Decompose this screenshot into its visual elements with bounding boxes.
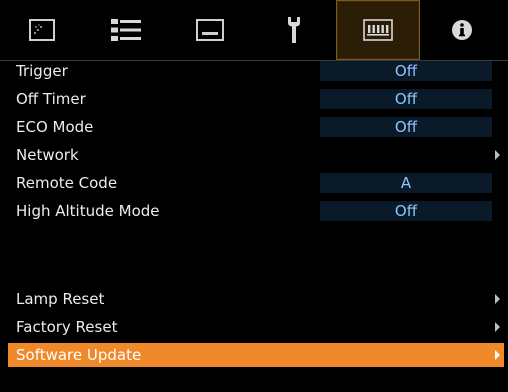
menu-item-remote-code[interactable]: Remote Code A [8, 171, 504, 195]
tab-picture[interactable] [0, 0, 84, 60]
tab-screen[interactable] [168, 0, 252, 60]
chevron-right-icon [495, 322, 500, 332]
tab-settings-list[interactable] [84, 0, 168, 60]
tab-bar [0, 0, 508, 60]
menu-item-high-altitude-mode[interactable]: High Altitude Mode Off [8, 199, 504, 223]
info-icon [451, 19, 473, 41]
menu-item-label: Factory Reset [16, 318, 118, 336]
menu-item-lamp-reset[interactable]: Lamp Reset [8, 287, 504, 311]
chevron-right-icon [495, 350, 500, 360]
menu-item-software-update[interactable]: Software Update [8, 343, 504, 367]
menu-item-label: High Altitude Mode [16, 202, 160, 220]
menu-item-label: Remote Code [16, 174, 118, 192]
chevron-right-icon [495, 294, 500, 304]
menu-item-value[interactable]: Off [320, 89, 492, 109]
screen-icon [196, 19, 224, 41]
chevron-right-icon [495, 150, 500, 160]
menu-item-value[interactable]: Off [320, 117, 492, 137]
menu-item-network[interactable]: Network [8, 143, 504, 167]
tab-projector-panel[interactable] [336, 0, 420, 60]
projector-panel-icon [363, 19, 393, 41]
wrench-icon [286, 16, 302, 44]
menu-item-value[interactable]: A [320, 173, 492, 193]
menu-item-eco-mode[interactable]: ECO Mode Off [8, 115, 504, 139]
menu-item-label: Off Timer [16, 90, 86, 108]
tab-setup[interactable] [252, 0, 336, 60]
menu-item-off-timer[interactable]: Off Timer Off [8, 87, 504, 111]
menu-item-label: Trigger [16, 62, 68, 80]
menu-item-factory-reset[interactable]: Factory Reset [8, 315, 504, 339]
picture-icon [29, 19, 55, 41]
menu-item-label: ECO Mode [16, 118, 94, 136]
menu-item-value[interactable]: Off [320, 201, 492, 221]
tab-info[interactable] [420, 0, 504, 60]
settings-list-icon [110, 18, 142, 42]
menu-item-trigger[interactable]: Trigger Off [8, 59, 504, 83]
menu-item-label: Network [16, 146, 79, 164]
menu-item-label: Software Update [16, 346, 142, 364]
menu-item-label: Lamp Reset [16, 290, 105, 308]
menu-item-value[interactable]: Off [320, 61, 492, 81]
